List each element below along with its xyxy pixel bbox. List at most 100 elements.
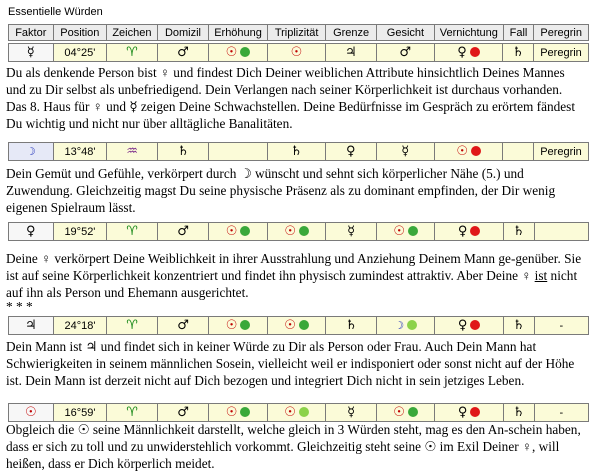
green-dot-icon xyxy=(240,407,251,417)
saturn-icon: ♄ xyxy=(345,318,357,333)
sun-icon: ☉ xyxy=(393,405,405,420)
col-position[interactable]: Position xyxy=(52,24,108,41)
sun-icon: ☉ xyxy=(284,405,296,420)
zeichen-cell: ♈ xyxy=(106,43,158,62)
paragraph-venus-text: Deine ♀ verkörpert Deine Weiblichkeit in… xyxy=(6,251,582,283)
zeichen-cell: ♈ xyxy=(106,222,158,241)
col-zeichen[interactable]: Zeichen xyxy=(106,24,158,41)
erhoehung-cell: ☉ xyxy=(208,403,268,422)
col-grenze[interactable]: Grenze xyxy=(325,24,377,41)
venus-icon: ♀ xyxy=(346,144,356,159)
mars-icon: ♂ xyxy=(399,45,412,60)
sun-icon: ☉ xyxy=(284,224,296,239)
faktor-cell[interactable]: ☿ xyxy=(8,43,54,62)
sun-icon: ☉ xyxy=(456,144,468,159)
col-triplizitaet[interactable]: Triplizität xyxy=(266,24,327,41)
aries-icon: ♈ xyxy=(126,405,138,420)
green-dot-icon xyxy=(240,320,251,330)
table-row[interactable]: ☉ 16°59' ♈ ♂ ☉ ☉ ☿ ☉ ♀ ♄ - xyxy=(8,403,589,422)
faktor-cell[interactable]: ☉ xyxy=(8,403,54,422)
grenze-cell: ♃ xyxy=(325,43,377,62)
sun-icon: ☉ xyxy=(225,45,238,60)
mercury-icon: ☿ xyxy=(347,405,356,420)
gesicht-cell: ☉ xyxy=(375,403,436,422)
grenze-cell: ♀ xyxy=(325,142,377,161)
erhoehung-cell: ☉ xyxy=(208,43,268,62)
underlined-word: ist xyxy=(534,268,548,283)
col-faktor[interactable]: Faktor xyxy=(8,24,54,41)
gesicht-cell: ☿ xyxy=(375,142,435,161)
peregrin-cell: - xyxy=(533,316,589,335)
red-dot-icon xyxy=(470,320,481,330)
sun-icon: ☉ xyxy=(393,224,405,239)
peregrin-cell xyxy=(533,222,589,241)
domizil-cell: ♂ xyxy=(156,403,210,422)
gesicht-cell: ☉ xyxy=(375,222,436,241)
col-vernichtung[interactable]: Vernichtung xyxy=(433,24,504,41)
green-dot-icon xyxy=(407,407,418,417)
green-dot-icon xyxy=(408,226,418,236)
grenze-cell: ♄ xyxy=(325,316,377,335)
moon-icon: ☽ xyxy=(25,145,36,158)
erhoehung-cell xyxy=(208,142,268,161)
vernichtung-cell: ♀ xyxy=(434,316,504,335)
vernichtung-cell: ♀ xyxy=(434,222,504,241)
separator: * * * xyxy=(6,299,33,314)
red-dot-icon xyxy=(470,146,481,156)
saturn-icon: ♄ xyxy=(512,224,525,239)
table-row[interactable]: ♃ 24°18' ♈ ♂ ☉ ☉ ♄ ☽ ♀ ♄ - xyxy=(8,316,589,335)
paragraph-venus: Deine ♀ verkörpert Deine Weiblichkeit in… xyxy=(6,250,586,301)
aquarius-icon: ♒ xyxy=(126,144,138,159)
jupiter-icon: ♃ xyxy=(24,318,37,333)
faktor-cell[interactable]: ♀ xyxy=(8,222,54,241)
green-dot-icon xyxy=(298,320,309,330)
sun-icon: ☉ xyxy=(290,45,303,60)
venus-icon: ♀ xyxy=(457,405,468,420)
col-fall[interactable]: Fall xyxy=(502,24,535,41)
erhoehung-cell: ☉ xyxy=(208,222,268,241)
venus-icon: ♀ xyxy=(457,224,468,239)
venus-icon: ♀ xyxy=(457,45,467,60)
table-row[interactable]: ☽ 13°48' ♒ ♄ ♄ ♀ ☿ ☉ Peregrin xyxy=(8,142,589,161)
sun-icon: ☉ xyxy=(225,318,238,333)
erhoehung-cell: ☉ xyxy=(208,316,268,335)
sun-icon: ☉ xyxy=(225,224,238,239)
saturn-icon: ♄ xyxy=(512,318,525,333)
red-dot-icon xyxy=(470,226,481,236)
sun-icon: ☉ xyxy=(225,405,238,420)
gesicht-cell: ♂ xyxy=(375,43,435,62)
position-cell: 24°18' xyxy=(52,316,108,335)
position-cell: 13°48' xyxy=(52,142,108,161)
saturn-icon: ♄ xyxy=(512,405,525,420)
section-title: Essentielle Würden xyxy=(8,6,103,18)
sun-icon: ☉ xyxy=(284,318,296,333)
fall-cell: ♄ xyxy=(502,403,535,422)
green-dot-icon xyxy=(298,407,309,417)
triplizitaet-cell: ♄ xyxy=(266,142,327,161)
triplizitaet-cell: ☉ xyxy=(266,43,327,62)
table-row[interactable]: ♀ 19°52' ♈ ♂ ☉ ☉ ☿ ☉ ♀ ♄ xyxy=(8,222,589,241)
red-dot-icon xyxy=(469,47,480,57)
table-row[interactable]: ☿ 04°25' ♈ ♂ ☉ ☉ ♃ ♂ ♀ ♄ Peregrin xyxy=(8,43,589,62)
col-domizil[interactable]: Domizil xyxy=(156,24,210,41)
gesicht-cell: ☽ xyxy=(375,316,436,335)
fall-cell: ♄ xyxy=(502,316,535,335)
col-erhoehung[interactable]: Erhöhung xyxy=(208,24,268,41)
faktor-cell[interactable]: ☽ xyxy=(8,142,54,161)
faktor-cell[interactable]: ♃ xyxy=(8,316,54,335)
moon-icon: ☽ xyxy=(394,319,405,332)
venus-icon: ♀ xyxy=(457,318,468,333)
domizil-cell: ♂ xyxy=(156,43,210,62)
green-dot-icon xyxy=(407,320,418,330)
position-cell: 16°59' xyxy=(52,403,108,422)
mars-icon: ♂ xyxy=(177,224,189,239)
paragraph-sun: Obgleich die ☉ seine Männlichkeit darste… xyxy=(6,422,581,471)
col-gesicht[interactable]: Gesicht xyxy=(375,24,435,41)
fall-cell: ♄ xyxy=(502,43,535,62)
green-dot-icon xyxy=(298,226,309,236)
vernichtung-cell: ♀ xyxy=(433,43,504,62)
aries-icon: ♈ xyxy=(126,224,138,239)
col-peregrin[interactable]: Peregrin xyxy=(533,24,589,41)
position-cell: 19°52' xyxy=(52,222,108,241)
aries-icon: ♈ xyxy=(126,45,138,60)
